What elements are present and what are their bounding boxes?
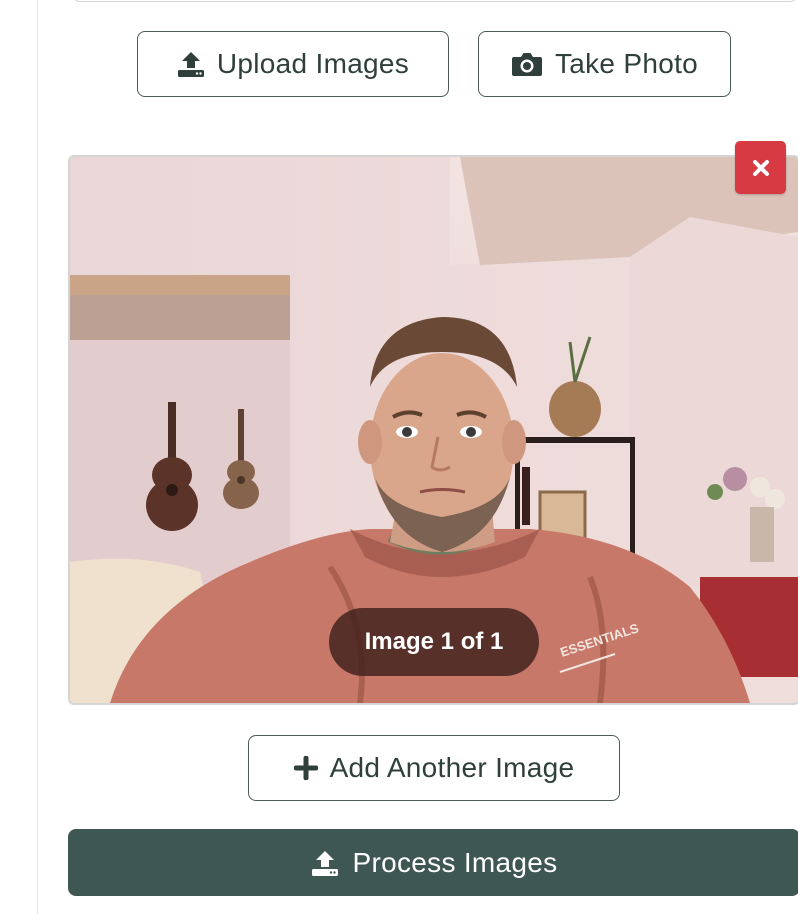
close-icon xyxy=(752,159,770,177)
remove-image-button[interactable] xyxy=(735,141,786,194)
previous-field-edge xyxy=(72,0,798,2)
take-photo-button[interactable]: Take Photo xyxy=(478,31,731,97)
image-counter: Image 1 of 1 xyxy=(329,608,539,676)
plus-icon xyxy=(293,756,318,780)
process-images-label: Process Images xyxy=(352,846,558,878)
process-images-button[interactable]: Process Images xyxy=(68,829,798,896)
image-counter-text: Image 1 of 1 xyxy=(364,628,504,655)
camera-icon xyxy=(511,51,543,77)
upload-tray-icon xyxy=(177,51,205,77)
upload-images-label: Upload Images xyxy=(216,48,410,79)
add-another-image-button[interactable]: Add Another Image xyxy=(248,735,620,801)
take-photo-label: Take Photo xyxy=(554,48,699,79)
upload-images-button[interactable]: Upload Images xyxy=(137,31,449,97)
upload-tray-icon xyxy=(311,850,339,876)
add-another-image-label: Add Another Image xyxy=(329,752,575,783)
page-divider xyxy=(37,0,38,914)
